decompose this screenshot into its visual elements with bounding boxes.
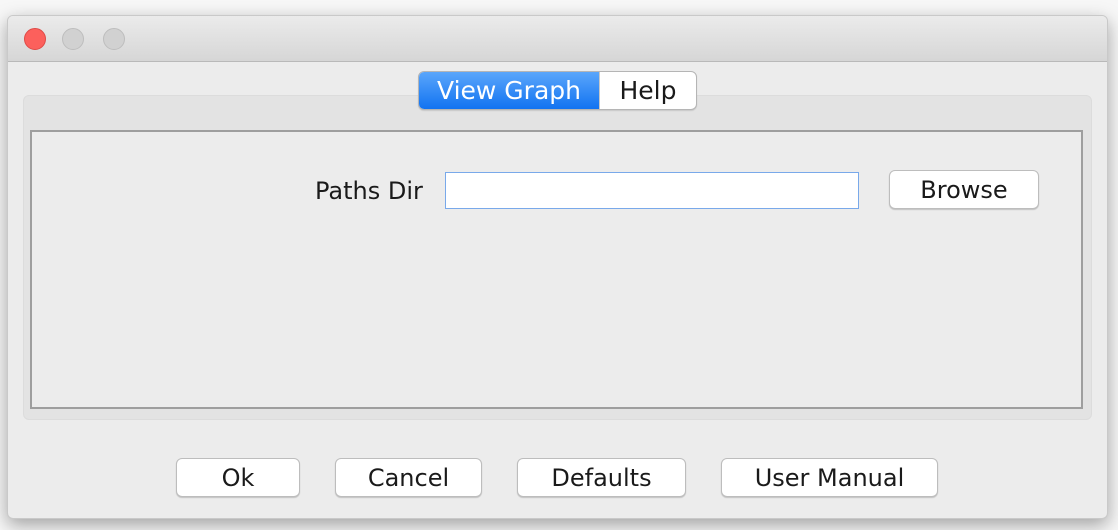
tab-help[interactable]: Help <box>599 72 696 109</box>
paths-dir-label: Paths Dir <box>315 177 423 205</box>
minimize-window-button[interactable] <box>62 28 84 50</box>
ok-button[interactable]: Ok <box>176 458 300 497</box>
close-window-button[interactable] <box>24 28 46 50</box>
defaults-button[interactable]: Defaults <box>517 458 686 497</box>
paths-dir-input[interactable] <box>445 172 859 209</box>
dialog-window: View Graph Help Paths Dir Browse Ok Canc… <box>7 15 1108 519</box>
user-manual-button[interactable]: User Manual <box>721 458 938 497</box>
browse-button[interactable]: Browse <box>889 170 1039 209</box>
tab-view-graph[interactable]: View Graph <box>419 72 599 109</box>
tab-bar: View Graph Help <box>418 71 697 110</box>
title-bar[interactable] <box>8 16 1107 62</box>
cancel-button[interactable]: Cancel <box>335 458 482 497</box>
tab-panel <box>23 95 1092 420</box>
zoom-window-button[interactable] <box>103 28 125 50</box>
